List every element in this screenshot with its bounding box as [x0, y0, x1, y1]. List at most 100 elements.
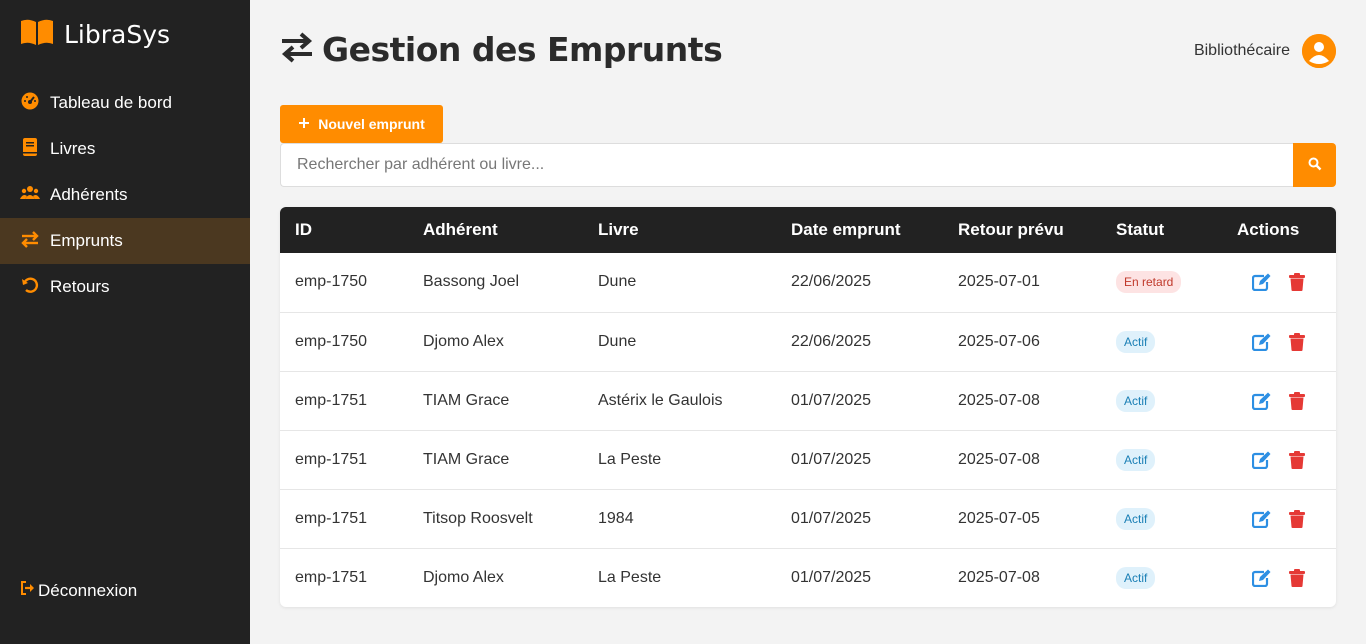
- table-row: emp-1751 Djomo Alex La Peste 01/07/2025 …: [280, 547, 1336, 607]
- cell-due-date: 2025-07-08: [943, 370, 1101, 430]
- cell-status: Actif: [1101, 311, 1222, 371]
- column-header: Retour prévu: [958, 220, 1064, 239]
- main-content: Gestion des Emprunts Bibliothécaire Nouv…: [250, 0, 1366, 644]
- status-badge: Actif: [1116, 330, 1156, 353]
- user-role: Bibliothécaire: [1193, 42, 1290, 59]
- brand-name: LibraSys: [64, 20, 171, 49]
- column-header: Date emprunt: [791, 220, 901, 239]
- cell-status: Actif: [1101, 429, 1222, 489]
- trash-icon[interactable]: [1289, 391, 1305, 410]
- cell-member: Bassong Joel: [423, 273, 520, 291]
- user-menu[interactable]: Bibliothécaire: [1194, 34, 1336, 68]
- sidebar-item-label: Emprunts: [50, 231, 123, 250]
- user-avatar-icon[interactable]: [1302, 34, 1336, 68]
- cell-borrow-date: 01/07/2025: [776, 429, 943, 489]
- new-loan-label: Nouvel emprunt: [318, 116, 425, 132]
- search-bar: [280, 143, 1336, 187]
- trash-icon[interactable]: [1289, 332, 1305, 351]
- table-row: emp-1751 TIAM Grace La Peste 01/07/2025 …: [280, 429, 1336, 489]
- cell-book: Astérix le Gaulois: [583, 370, 776, 430]
- logout-link[interactable]: Déconnexion: [20, 580, 137, 601]
- edit-icon[interactable]: [1252, 333, 1271, 351]
- sign-out-icon: [20, 580, 36, 601]
- sidebar-item-books[interactable]: Livres: [0, 126, 250, 172]
- cell-id: emp-1750: [280, 311, 408, 371]
- dashboard-icon: [20, 91, 40, 116]
- cell-due-date: 2025-07-01: [958, 273, 1040, 291]
- table-row: emp-1750 Bassong Joel Dune 22/06/2025 20…: [280, 253, 1336, 312]
- brand[interactable]: LibraSys: [20, 18, 170, 51]
- sidebar: LibraSys Tableau de bord Livres Adhérent…: [0, 0, 250, 644]
- cell-borrow-date: 22/06/2025: [776, 311, 943, 371]
- cell-member: Djomo Alex: [408, 311, 583, 371]
- sidebar-item-label: Adhérents: [50, 185, 128, 204]
- status-badge: Actif: [1116, 566, 1156, 589]
- trash-icon[interactable]: [1289, 568, 1305, 587]
- status-badge: En retard: [1116, 271, 1182, 294]
- trash-icon[interactable]: [1289, 273, 1305, 292]
- users-icon: [20, 183, 40, 208]
- column-header: ID: [295, 220, 312, 239]
- page-header: Gestion des Emprunts: [280, 30, 723, 69]
- cell-status: En retard: [1101, 253, 1222, 312]
- exchange-icon: [20, 229, 40, 254]
- trash-icon[interactable]: [1289, 450, 1305, 469]
- status-badge: Actif: [1116, 448, 1156, 471]
- sidebar-item-label: Retours: [50, 277, 110, 296]
- cell-member: TIAM Grace: [408, 370, 583, 430]
- edit-icon[interactable]: [1252, 392, 1271, 410]
- cell-id: emp-1751: [280, 370, 408, 430]
- loans-table-card: ID Adhérent Livre Date emprunt Retour pr…: [280, 207, 1336, 607]
- cell-member: Titsop Roosvelt: [408, 488, 583, 548]
- cell-status: Actif: [1101, 547, 1222, 607]
- cell-status: Actif: [1101, 488, 1222, 548]
- cell-book: Dune: [583, 311, 776, 371]
- cell-id: emp-1750: [295, 273, 368, 291]
- cell-borrow-date: 01/07/2025: [776, 488, 943, 548]
- status-badge: Actif: [1116, 507, 1156, 530]
- table-row: emp-1751 Titsop Roosvelt 1984 01/07/2025…: [280, 488, 1336, 548]
- cell-book: La Peste: [583, 547, 776, 607]
- cell-book: 1984: [583, 488, 776, 548]
- cell-borrow-date: 22/06/2025: [791, 273, 872, 291]
- edit-icon[interactable]: [1252, 451, 1271, 469]
- loans-table: ID Adhérent Livre Date emprunt Retour pr…: [280, 207, 1336, 607]
- cell-id: emp-1751: [280, 547, 408, 607]
- column-header: Livre: [598, 220, 639, 239]
- status-badge: Actif: [1116, 389, 1156, 412]
- cell-actions: [1222, 370, 1336, 430]
- cell-actions: [1222, 253, 1336, 312]
- cell-id: emp-1751: [280, 488, 408, 548]
- new-loan-button[interactable]: Nouvel emprunt: [280, 105, 443, 143]
- search-input[interactable]: [280, 143, 1293, 187]
- cell-borrow-date: 01/07/2025: [776, 547, 943, 607]
- cell-member: TIAM Grace: [408, 429, 583, 489]
- search-icon: [1308, 157, 1322, 174]
- cell-due-date: 2025-07-05: [943, 488, 1101, 548]
- logout-label: Déconnexion: [38, 580, 138, 600]
- edit-icon[interactable]: [1252, 569, 1271, 587]
- trash-icon[interactable]: [1289, 509, 1305, 528]
- cell-actions: [1222, 488, 1336, 548]
- edit-icon[interactable]: [1252, 273, 1271, 292]
- column-header: Adhérent: [423, 220, 498, 239]
- table-header-row: ID Adhérent Livre Date emprunt Retour pr…: [280, 207, 1336, 253]
- cell-status: Actif: [1101, 370, 1222, 430]
- sidebar-item-loans[interactable]: Emprunts: [0, 218, 250, 264]
- cell-borrow-date: 01/07/2025: [776, 370, 943, 430]
- sidebar-item-dashboard[interactable]: Tableau de bord: [0, 80, 250, 126]
- cell-actions: [1222, 311, 1336, 371]
- book-icon: [20, 137, 40, 162]
- cell-book: La Peste: [583, 429, 776, 489]
- column-header: Actions: [1237, 220, 1300, 239]
- search-button[interactable]: [1293, 143, 1336, 187]
- sidebar-item-label: Livres: [50, 139, 96, 158]
- plus-icon: [298, 116, 310, 132]
- cell-due-date: 2025-07-08: [943, 429, 1101, 489]
- sidebar-item-returns[interactable]: Retours: [0, 264, 250, 310]
- sidebar-item-label: Tableau de bord: [50, 93, 172, 112]
- cell-member: Djomo Alex: [408, 547, 583, 607]
- edit-icon[interactable]: [1252, 510, 1271, 528]
- cell-due-date: 2025-07-08: [943, 547, 1101, 607]
- sidebar-item-members[interactable]: Adhérents: [0, 172, 250, 218]
